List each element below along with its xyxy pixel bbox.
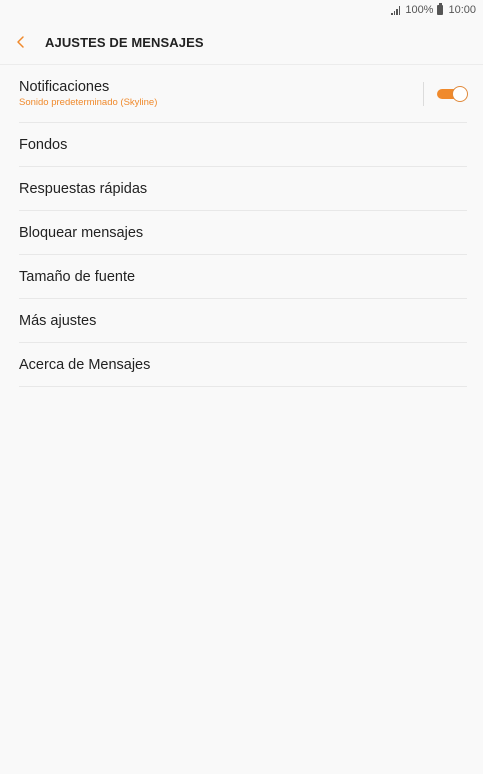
notifications-text: Notificaciones Sonido predeterminado (Sk…	[19, 79, 157, 108]
notifications-label: Notificaciones	[19, 79, 110, 95]
status-bar: 100% 10:00	[0, 0, 483, 20]
settings-item-label: Bloquear mensajes	[19, 224, 144, 241]
signal-bars-icon	[391, 5, 401, 15]
clock: 10:00	[448, 4, 476, 16]
settings-item-label: Tamaño de fuente	[19, 268, 136, 285]
notifications-subtitle: Sonido predeterminado (Skyline)	[19, 97, 158, 108]
settings-item-tamano-fuente[interactable]: Tamaño de fuente	[19, 255, 467, 299]
settings-item-respuestas-rapidas[interactable]: Respuestas rápidas	[19, 167, 467, 211]
notifications-toggle[interactable]	[437, 85, 468, 102]
settings-item-fondos[interactable]: Fondos	[19, 123, 467, 167]
battery-percent: 100%	[405, 4, 434, 16]
settings-item-label: Más ajustes	[19, 312, 97, 329]
settings-item-label: Acerca de Mensajes	[19, 356, 151, 373]
battery-icon	[437, 3, 444, 15]
settings-item-label: Fondos	[19, 136, 68, 153]
settings-item-mas-ajustes[interactable]: Más ajustes	[19, 299, 467, 343]
back-button[interactable]	[1, 20, 41, 64]
chevron-left-icon	[17, 36, 24, 48]
app-bar: AJUSTES DE MENSAJES	[0, 20, 483, 65]
settings-item-label: Respuestas rápidas	[19, 180, 148, 197]
notifications-switch-area	[423, 65, 468, 122]
page-title: AJUSTES DE MENSAJES	[45, 34, 204, 50]
settings-list: Notificaciones Sonido predeterminado (Sk…	[0, 65, 483, 387]
settings-item-acerca-de[interactable]: Acerca de Mensajes	[19, 343, 467, 387]
settings-item-notifications[interactable]: Notificaciones Sonido predeterminado (Sk…	[19, 65, 468, 123]
switch-divider	[423, 81, 424, 106]
settings-item-bloquear-mensajes[interactable]: Bloquear mensajes	[19, 211, 467, 255]
toggle-thumb	[452, 85, 468, 102]
